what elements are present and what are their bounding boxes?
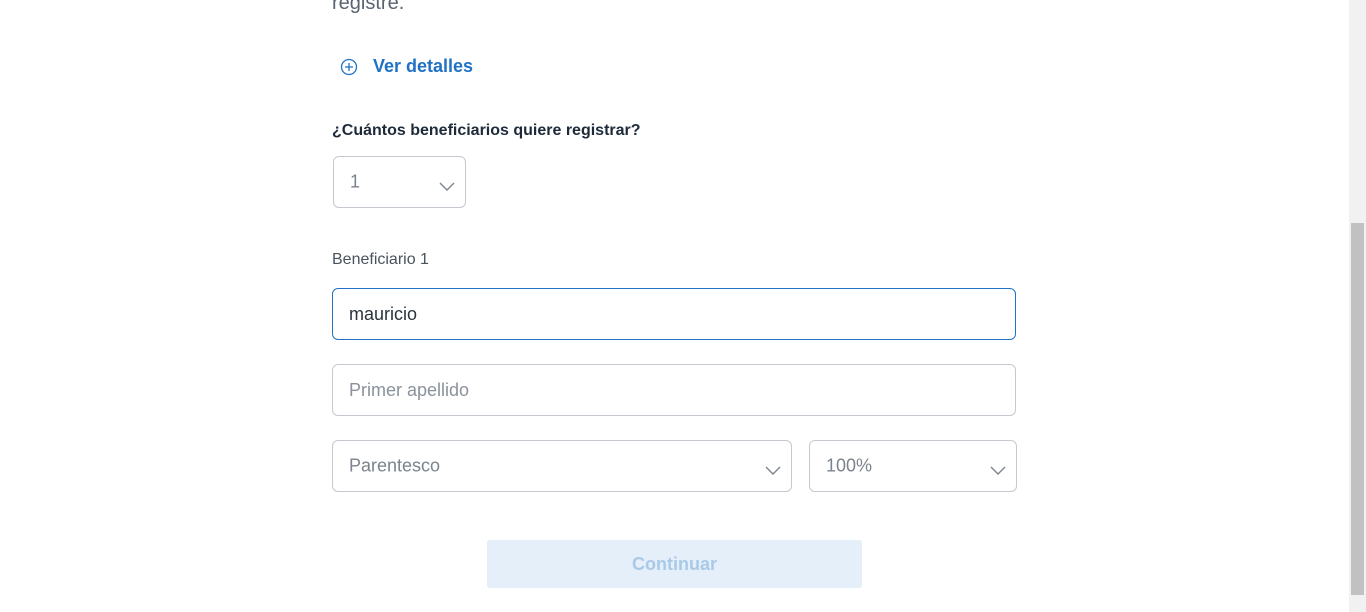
intro-text: registre. bbox=[332, 0, 405, 14]
beneficiary-count-value: 1 bbox=[350, 171, 361, 192]
plus-circle-icon bbox=[340, 58, 358, 76]
scrollbar-thumb[interactable] bbox=[1351, 223, 1364, 595]
last-name-input[interactable] bbox=[332, 364, 1016, 416]
beneficiary-count-select[interactable]: 1 bbox=[333, 156, 466, 208]
percentage-value: 100% bbox=[826, 455, 873, 476]
relationship-placeholder: Parentesco bbox=[349, 455, 441, 476]
view-details-link[interactable]: Ver detalles bbox=[340, 56, 473, 77]
chevron-down-icon bbox=[990, 463, 1006, 475]
continue-button[interactable]: Continuar bbox=[487, 540, 862, 588]
view-details-label: Ver detalles bbox=[373, 56, 474, 76]
percentage-select[interactable]: 100% bbox=[809, 440, 1017, 492]
chevron-down-icon bbox=[765, 463, 781, 475]
first-name-input[interactable] bbox=[332, 288, 1016, 340]
beneficiary-heading: Beneficiario 1 bbox=[332, 251, 429, 268]
relationship-select[interactable]: Parentesco bbox=[332, 440, 792, 492]
chevron-down-icon bbox=[439, 179, 455, 191]
page: registre. Ver detalles ¿Cuántos benefici… bbox=[0, 0, 1366, 612]
beneficiary-count-question: ¿Cuántos beneficiarios quiere registrar? bbox=[332, 122, 641, 139]
